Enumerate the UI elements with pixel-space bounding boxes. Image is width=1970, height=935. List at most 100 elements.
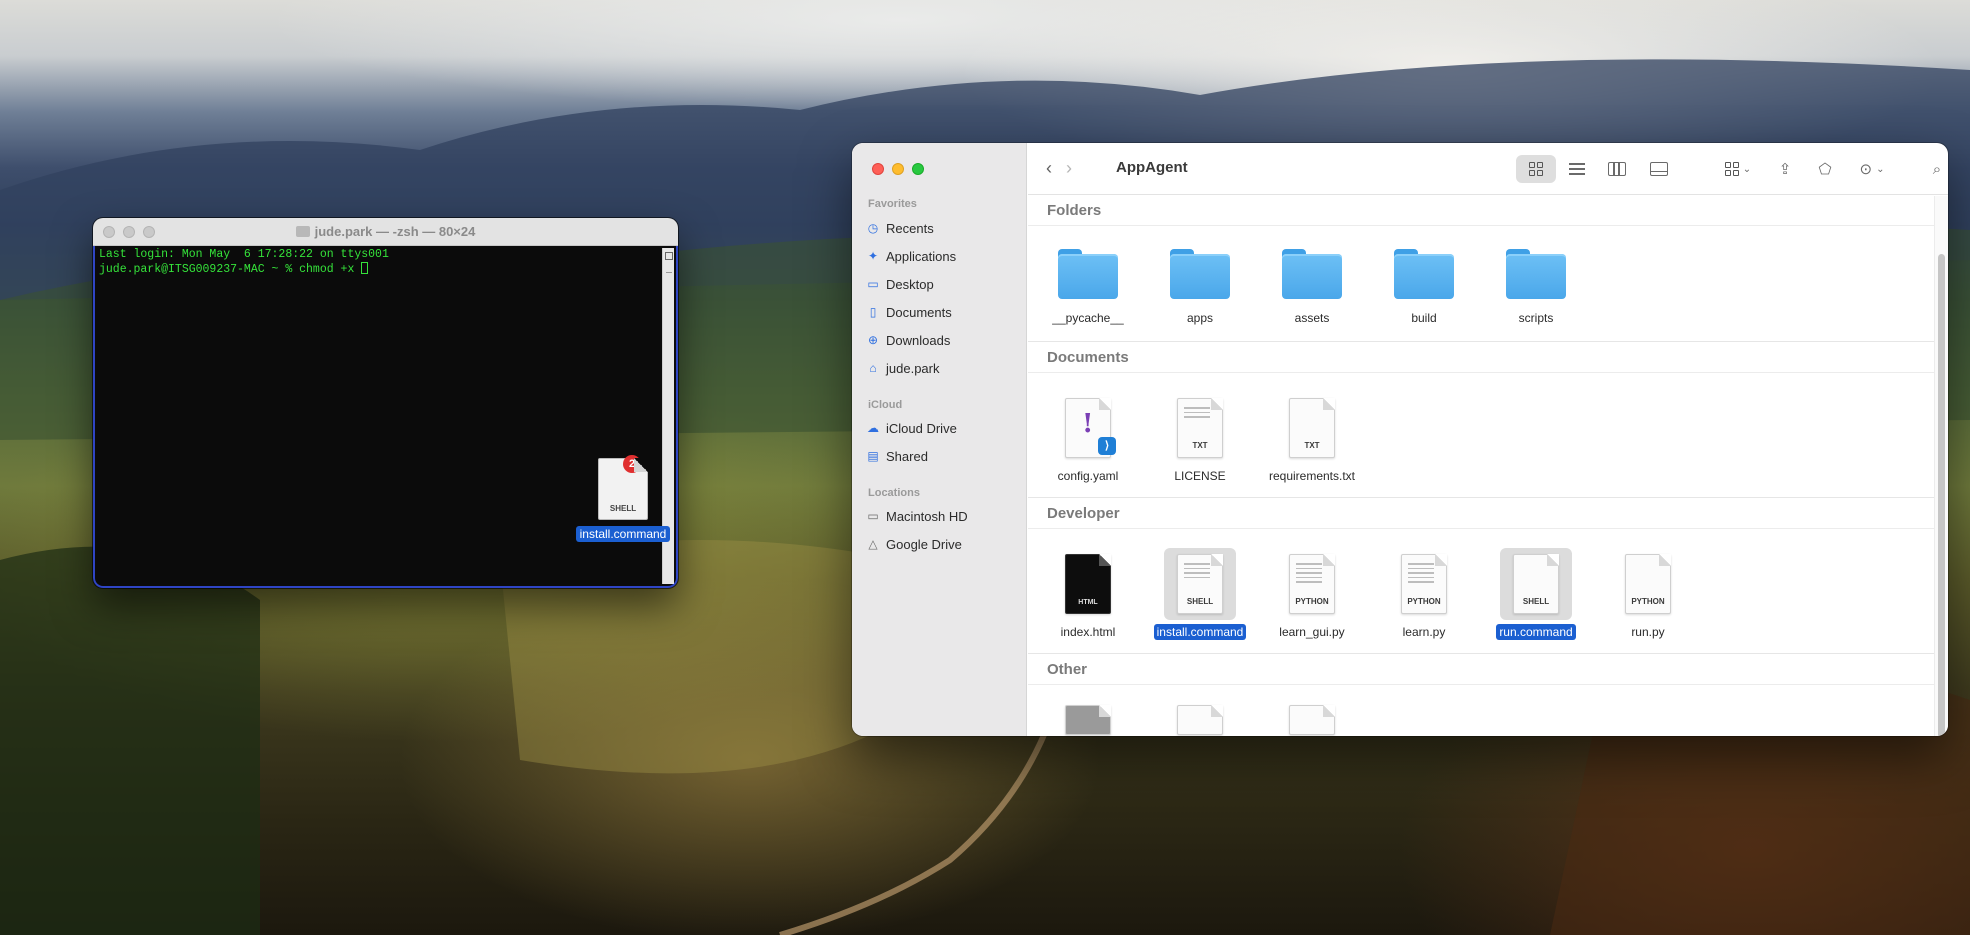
search-icon: ⌕: [1932, 160, 1942, 178]
folder-item[interactable]: scripts: [1486, 234, 1586, 327]
file-item[interactable]: PYTHON run.py: [1598, 548, 1698, 641]
shared-folder-icon: ▤: [867, 449, 879, 463]
applications-icon: ✦: [867, 249, 879, 263]
finder-window[interactable]: Favorites ◷ Recents ✦ Applications ▭ Deskto…: [852, 143, 1948, 736]
item-label: requirements.txt: [1268, 469, 1356, 483]
share-button[interactable]: ⇪: [1770, 155, 1800, 183]
file-icon: [1289, 705, 1335, 735]
file-item-selected[interactable]: SHELL install.command: [1150, 548, 1250, 641]
folder-icon: [1282, 249, 1342, 299]
sidebar-heading-favorites: Favorites: [868, 198, 917, 210]
finder-main: ‹ › AppAgent ⌄ ⇪ ⬠ ⊙ ⌄ ⌕ Folders __pycac…: [1028, 143, 1948, 736]
sidebar-item-macintosh-hd[interactable]: ▭ Macintosh HD: [866, 505, 967, 527]
file-item-selected[interactable]: SHELL run.command: [1486, 548, 1586, 641]
text-cursor: [361, 262, 369, 274]
vscode-icon: ⟩: [1098, 437, 1116, 455]
terminal-prompt: jude.park@ITSG009237-MAC ~ % chmod +x: [99, 263, 362, 276]
sidebar-item-label: iCloud Drive: [886, 420, 957, 436]
dragged-file[interactable]: 2 SHELL install.command: [568, 455, 678, 543]
file-kind-label: PYTHON: [1407, 597, 1441, 606]
sidebar-item-label: Recents: [886, 220, 934, 236]
folder-item[interactable]: apps: [1150, 234, 1250, 327]
download-icon: ⊕: [867, 333, 879, 347]
file-kind-label: PYTHON: [1295, 597, 1329, 606]
drag-count-badge: 2: [623, 455, 641, 473]
tags-button[interactable]: ⬠: [1810, 155, 1840, 183]
file-item[interactable]: HTML index.html: [1038, 548, 1138, 641]
image-file-icon: [1065, 705, 1111, 735]
back-chevron-icon[interactable]: ‹: [1046, 158, 1052, 179]
file-item[interactable]: [1262, 704, 1362, 736]
sidebar-item-icloud-drive[interactable]: ☁ iCloud Drive: [866, 417, 957, 439]
sidebar-item-shared[interactable]: ▤ Shared: [866, 445, 928, 467]
sidebar-item-recents[interactable]: ◷ Recents: [866, 217, 934, 239]
dragged-file-label: install.command: [575, 526, 671, 542]
finder-window-controls: [872, 163, 924, 175]
sidebar-item-google-drive[interactable]: △ Google Drive: [866, 533, 962, 555]
file-item[interactable]: PYTHON learn.py: [1374, 548, 1474, 641]
sidebar-item-downloads[interactable]: ⊕ Downloads: [866, 329, 950, 351]
sidebar-item-home[interactable]: ⌂ jude.park: [866, 357, 939, 379]
folder-item[interactable]: __pycache__: [1038, 234, 1138, 327]
sidebar-item-label: Shared: [886, 448, 928, 464]
close-button[interactable]: [872, 163, 884, 175]
terminal-title-text: jude.park — -zsh — 80×24: [314, 224, 476, 239]
file-item[interactable]: TXT LICENSE: [1150, 392, 1250, 485]
file-item[interactable]: [1038, 704, 1138, 736]
file-kind-label: PYTHON: [1631, 597, 1665, 606]
columns-icon: [1608, 162, 1626, 176]
item-label: config.yaml: [1057, 469, 1119, 483]
hard-drive-icon: ▭: [867, 509, 879, 523]
more-actions-button[interactable]: ⊙ ⌄: [1850, 155, 1894, 183]
document-icon: ▯: [869, 305, 877, 319]
share-icon: ⇪: [1778, 161, 1792, 178]
terminal-titlebar[interactable]: jude.park — -zsh — 80×24: [93, 218, 678, 246]
sidebar-item-applications[interactable]: ✦ Applications: [866, 245, 956, 267]
shell-file-icon: 2 SHELL: [598, 455, 648, 520]
file-kind-label: SHELL: [1186, 597, 1214, 606]
minimize-button[interactable]: [123, 225, 135, 238]
file-kind-label: SHELL: [609, 504, 637, 513]
scrollbar-thumb[interactable]: [1938, 254, 1945, 736]
sidebar-item-documents[interactable]: ▯ Documents: [866, 301, 952, 323]
file-browser[interactable]: Folders __pycache__ apps assets build sc…: [1028, 196, 1934, 736]
file-icon: [1177, 705, 1223, 735]
terminal-title: jude.park — -zsh — 80×24: [93, 224, 678, 239]
file-item[interactable]: TXT requirements.txt: [1262, 392, 1362, 485]
zoom-button[interactable]: [912, 163, 924, 175]
navigation-buttons: ‹ ›: [1046, 158, 1072, 179]
sidebar-item-desktop[interactable]: ▭ Desktop: [866, 273, 933, 295]
list-icon: [1569, 160, 1585, 178]
gallery-view-button[interactable]: [1642, 155, 1676, 183]
zoom-button[interactable]: [143, 225, 155, 238]
group-header-developer: Developer: [1028, 499, 1934, 529]
vertical-scrollbar[interactable]: [1934, 196, 1948, 736]
file-kind-label: HTML: [1078, 599, 1098, 606]
minimize-button[interactable]: [892, 163, 904, 175]
file-item[interactable]: [1150, 704, 1250, 736]
sidebar-heading-locations: Locations: [868, 487, 920, 499]
folder-item[interactable]: build: [1374, 234, 1474, 327]
ellipsis-circle-icon: ⊙: [1859, 161, 1873, 178]
terminal-window-controls: [93, 225, 155, 238]
folder-item[interactable]: assets: [1262, 234, 1362, 327]
forward-chevron-icon[interactable]: ›: [1066, 158, 1072, 179]
file-item[interactable]: PYTHON learn_gui.py: [1262, 548, 1362, 641]
group-by-button[interactable]: ⌄: [1716, 155, 1760, 183]
list-view-button[interactable]: [1560, 155, 1594, 183]
icon-view-button[interactable]: [1516, 155, 1556, 183]
search-button[interactable]: ⌕: [1922, 155, 1948, 183]
close-button[interactable]: [103, 225, 115, 238]
folder-icon: [1170, 249, 1230, 299]
item-label: index.html: [1060, 625, 1116, 639]
terminal-prompt-line: jude.park@ITSG009237-MAC ~ % chmod +x: [99, 262, 672, 277]
chevron-down-icon: ⌄: [1876, 163, 1885, 175]
python-file-icon: PYTHON: [1401, 554, 1447, 614]
item-label: run.py: [1631, 625, 1665, 639]
shell-file-icon: SHELL: [1513, 554, 1559, 614]
column-view-button[interactable]: [1600, 155, 1634, 183]
item-label: __pycache__: [1052, 311, 1124, 325]
sidebar-heading-icloud: iCloud: [868, 399, 903, 411]
file-item[interactable]: ! ⟩ config.yaml: [1038, 392, 1138, 485]
window-title: AppAgent: [1116, 159, 1188, 176]
